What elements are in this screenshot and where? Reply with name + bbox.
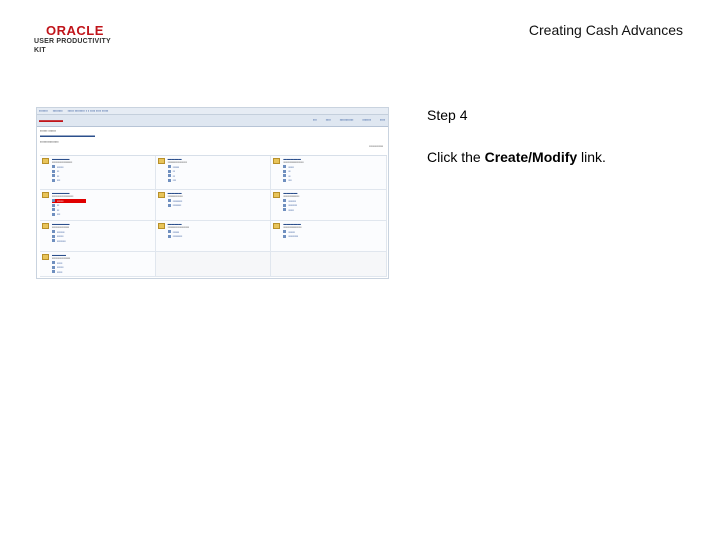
step-instruction: Click the Create/Modify link.	[427, 149, 606, 165]
screenshot-tile: ▬▬▬▬ ▪▪▪▪▪▪▪▪▪▪▪▪▪▪▪ ▪▪▪▪▪▪▪ ▪▪▪▪▪▪▪▪ ▪▪…	[271, 190, 387, 221]
folder-icon	[42, 158, 49, 164]
screenshot-tile-grid: ▬▬▬▬▬ ▪▪▪▪▪▪▪▪▪▪▪▪▪▪▪▪▪▪▪ ▪▪▪▪▪▪ ▪▪ ▪▪ ▪…	[40, 155, 387, 277]
screenshot-page-link: ▪▪▪▪▪▪▪▪▪▪▪▪▪	[369, 144, 383, 148]
application-screenshot: ▪▪▪▪▪▪▪ ▪▪▪▪▪▪▪▪ ▪▪▪▪▪ ▪▪▪▪▪▪▪▪ ▪ ▪ ▪▪▪▪…	[36, 107, 389, 279]
folder-icon	[42, 192, 49, 198]
screenshot-nav-item: ▪▪▪▪▪▪▪	[39, 109, 48, 113]
instruction-target-link-name: Create/Modify	[484, 149, 578, 165]
screenshot-tile: ▬▬▬▬ ▪▪▪▪▪▪▪▪▪▪▪▪▪▪▪▪▪ ▪▪▪▪▪ ▪▪▪▪▪▪ ▪▪▪▪…	[40, 252, 156, 277]
screenshot-tile: ▬▬▬▬▬ ▪▪▪▪▪▪▪▪▪▪▪▪▪▪▪▪ ▪▪▪▪▪▪▪ ▪▪▪▪▪▪ ▪▪…	[40, 221, 156, 252]
screenshot-tile: ▬▬▬▬▬ ▪▪▪▪▪▪▪▪▪▪▪▪▪▪▪▪▪▪▪ ▪▪▪▪▪ ▪▪ ▪▪ ▪▪…	[271, 156, 387, 190]
screenshot-tile-cash-advance: ▬▬▬▬▬ ▪▪▪▪▪▪▪▪▪▪▪▪▪▪▪▪▪▪▪▪ ▪▪▪▪▪▪ ▪▪ ▪▪ …	[40, 190, 156, 221]
screenshot-oracle-logo: ▬▬▬▬	[39, 118, 63, 124]
folder-icon	[42, 254, 49, 260]
step-label: Step 4	[427, 107, 468, 123]
screenshot-top-nav: ▪▪▪▪▪▪▪ ▪▪▪▪▪▪▪▪ ▪▪▪▪▪ ▪▪▪▪▪▪▪▪ ▪ ▪ ▪▪▪▪…	[37, 108, 388, 115]
folder-icon	[273, 192, 281, 198]
screenshot-tile-empty	[155, 252, 272, 277]
screenshot-tile: ▬▬▬▬▬ ▪▪▪▪▪▪▪▪▪▪▪▪▪▪▪▪▪ ▪▪▪▪▪▪ ▪▪▪▪▪▪▪▪▪	[271, 221, 387, 252]
screenshot-brand-bar: ▬▬▬▬ ▪▪▪ ▪▪▪▪ ▪▪▪▪▪▪▪▪▪▪▪ ▪▪▪▪▪▪▪ ▪▪▪▪	[37, 115, 388, 127]
folder-icon	[157, 223, 165, 229]
instruction-suffix: link.	[577, 149, 606, 165]
screenshot-tile: ▬▬▬▬ ▪▪▪▪▪▪▪▪▪▪▪▪▪▪ ▪▪▪▪▪▪▪▪▪ ▪▪▪▪▪▪▪▪	[155, 190, 272, 221]
document-title: Creating Cash Advances	[528, 22, 683, 38]
folder-icon	[273, 158, 281, 164]
folder-icon	[42, 223, 49, 229]
screenshot-page-subtitle: ▪▪▪▪▪▪▪▪▪▪▪▪▪▪▪	[40, 140, 59, 144]
screenshot-tile: ▬▬▬▬ ▪▪▪▪▪▪▪▪▪▪▪▪▪▪▪▪▪▪▪▪ ▪▪▪▪▪▪ ▪▪▪▪▪▪▪…	[155, 221, 272, 252]
instruction-prefix: Click the	[427, 149, 485, 165]
folder-icon	[273, 223, 281, 229]
folder-icon	[157, 192, 165, 198]
screenshot-tile: ▬▬▬▬▬ ▪▪▪▪▪▪▪▪▪▪▪▪▪▪▪▪▪▪▪ ▪▪▪▪▪▪ ▪▪ ▪▪ ▪…	[40, 156, 156, 190]
screenshot-tile-empty	[271, 252, 387, 277]
screenshot-header-nav: ▪▪▪ ▪▪▪▪ ▪▪▪▪▪▪▪▪▪▪▪ ▪▪▪▪▪▪▪ ▪▪▪▪	[312, 118, 385, 122]
oracle-logo-text: ORACLE	[46, 23, 104, 38]
screenshot-nav-item: ▪▪▪▪▪ ▪▪▪▪▪▪▪▪ ▪ ▪ ▪▪▪▪ ▪▪▪▪ ▪▪▪▪▪	[67, 109, 109, 113]
folder-icon	[157, 158, 165, 164]
oracle-upk-logo: ORACLE USER PRODUCTIVITY KIT	[34, 23, 124, 54]
screenshot-tile: ▬▬▬▬ ▪▪▪▪▪▪▪▪▪▪▪▪▪▪▪▪▪▪ ▪▪▪▪▪▪ ▪▪ ▪▪ ▪▪▪	[155, 156, 272, 190]
screenshot-nav-item: ▪▪▪▪▪▪▪▪	[52, 109, 63, 113]
upk-logo-subtext: USER PRODUCTIVITY KIT	[34, 38, 111, 54]
